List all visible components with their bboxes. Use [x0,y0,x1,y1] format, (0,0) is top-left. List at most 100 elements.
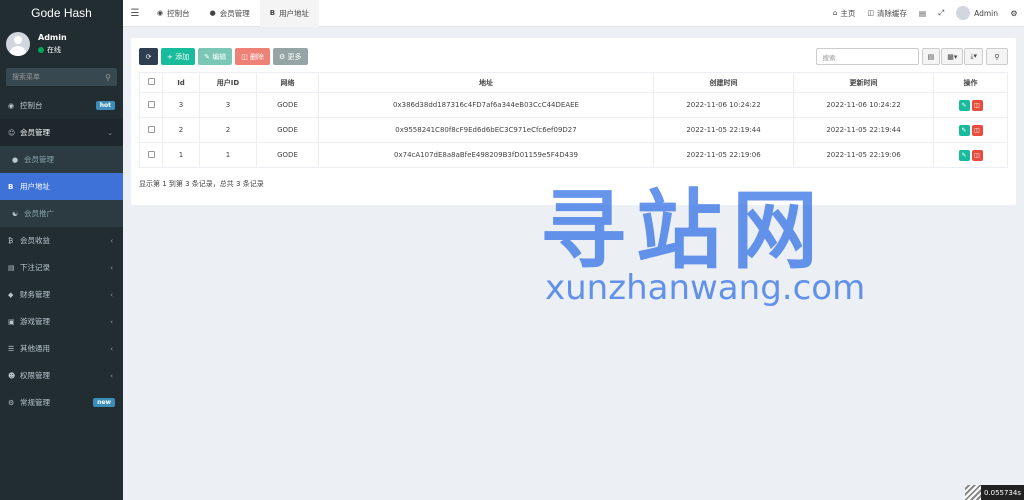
edit-row-icon[interactable]: ✎ [958,149,970,161]
tab-user-address[interactable]: B 用户地址 [259,0,320,27]
handshake-icon: ☯ [12,209,19,218]
search-button[interactable]: ⚲ [986,48,1008,65]
col-created[interactable]: 创建时间 [653,72,794,93]
col-user-id[interactable]: 用户ID [199,72,257,93]
row-checkbox[interactable] [139,92,163,118]
sidebar-search-input[interactable]: 搜索菜单 ⚲ [6,68,117,86]
sidebar-item-member-income[interactable]: ₿ 会员收益 ‹ [0,227,123,254]
more-button[interactable]: ⚙ 更多 [273,48,308,65]
sidebar-item-user-address[interactable]: B 用户地址 [0,173,123,200]
edit-row-icon[interactable]: ✎ [958,99,970,111]
select-all-checkbox[interactable] [139,72,163,93]
diamond-icon: ◆ [8,290,14,299]
admin-menu[interactable]: Admin [950,6,1004,20]
sidebar-item-games[interactable]: ▣ 游戏管理 ‹ [0,308,123,335]
users-icon: ☻ [8,371,16,380]
sidebar-item-member-list[interactable]: ● 会员管理 [0,146,123,173]
tab-member-management[interactable]: ● 会员管理 [200,0,260,27]
sidebar-item-member-promotion[interactable]: ☯ 会员推广 [0,200,123,227]
chevron-left-icon: ‹ [110,371,113,380]
row-checkbox[interactable] [139,117,163,143]
avatar [956,6,971,20]
col-updated[interactable]: 更新时间 [793,72,934,93]
col-network[interactable]: 网络 [256,72,319,93]
sidebar-item-permissions[interactable]: ☻ 权限管理 ‹ [0,362,123,389]
plus-icon: + [167,52,176,61]
cell-address: 0x9558241C80f8cF9Ed6d6bEC3C971eCfc6ef09D… [318,117,654,143]
watermark-title: 寻站网 [540,181,828,281]
cell-id: 2 [162,117,200,143]
add-button[interactable]: + 添加 [161,48,196,65]
cell-network: GODE [256,92,319,118]
cogs-icon: ⚙ [8,398,15,407]
address-icon: B [8,182,14,191]
edit-row-icon[interactable]: ✎ [958,124,970,136]
delete-row-icon[interactable]: ◫ [971,149,983,161]
fullscreen-icon[interactable]: ⤢ [932,8,950,18]
table-row: 3 3 GODE 0x386d38dd187316c4FD7af6a344eB0… [139,92,1008,118]
search-icon[interactable]: ⚲ [105,73,111,82]
cell-user-id: 3 [199,92,257,118]
settings-gear-icon[interactable]: ⚙ [1004,9,1024,18]
debug-timer[interactable]: 0.055734s [964,485,1024,500]
cell-id: 1 [162,142,200,168]
toggle-view-button[interactable]: ▤ [921,48,941,65]
sidebar-item-finance[interactable]: ◆ 财务管理 ‹ [0,281,123,308]
chevron-left-icon: ‹ [110,344,113,353]
cell-network: GODE [256,117,319,143]
chevron-left-icon: ‹ [110,263,113,272]
debug-logo-icon [964,485,981,500]
col-id[interactable]: Id [162,72,200,93]
cell-updated: 2022-11-05 22:19:44 [793,117,934,143]
translate-icon[interactable]: ▤ [913,9,932,18]
row-checkbox[interactable] [139,142,163,168]
cell-address: 0x386d38dd187316c4FD7af6a344eB03CcC44DEA… [318,92,654,118]
trash-icon: ◫ [241,52,251,61]
user-name: Admin [38,33,67,42]
cell-created: 2022-11-06 10:24:22 [653,92,794,118]
chevron-left-icon: ‹ [110,317,113,326]
home-link[interactable]: ⌂ 主页 [827,8,861,19]
user-circle-icon: ☺ [8,128,16,137]
watermark-url: xunzhanwang.com [545,268,866,308]
refresh-button[interactable]: ⟳ [139,48,158,65]
table-tools: 搜索 ▤ ▦▾ ⤓▾ ⚲ [815,48,1008,65]
sidebar-item-bet-records[interactable]: ▤ 下注记录 ‹ [0,254,123,281]
chevron-down-icon: ⌄ [107,128,113,137]
new-badge: new [93,398,115,407]
gamepad-icon: ▣ [8,317,15,326]
user-panel: Admin 在线 [0,26,123,62]
sidebar-item-dashboard[interactable]: ◉ 控制台 hot [0,92,123,119]
col-address[interactable]: 地址 [318,72,654,93]
menu-toggle-icon[interactable]: ☰ [123,8,147,19]
user-icon: ● [209,9,216,17]
pagination-summary: 显示第 1 到第 3 条记录，总共 3 条记录 [139,180,264,188]
columns-button[interactable]: ▦▾ [941,48,964,65]
clear-cache-button[interactable]: ◫ 清除缓存 [861,8,913,19]
cell-actions: ✎ ◫ [933,142,1008,168]
tab-dashboard[interactable]: ◉ 控制台 [147,0,200,27]
dashboard-icon: ◉ [8,101,15,110]
edit-button[interactable]: ✎ 编辑 [198,48,233,65]
col-actions: 操作 [933,72,1008,93]
delete-row-icon[interactable]: ◫ [971,99,983,111]
toolbar: ⟳ + 添加 ✎ 编辑 ◫ 删除 ⚙ 更多 [139,48,311,65]
gear-icon: ⚙ [279,52,288,61]
online-dot-icon [38,47,44,53]
brand-title[interactable]: Gode Hash [0,0,123,26]
chevron-left-icon: ‹ [110,236,113,245]
table-search-input[interactable]: 搜索 [815,48,919,65]
download-icon: ⤓▾ [970,52,977,60]
export-button[interactable]: ⤓▾ [964,48,983,65]
sidebar: Gode Hash Admin 在线 搜索菜单 ⚲ ◉ 控制台 hot ☺ 会员管理 ⌄… [0,0,123,500]
sidebar-item-general[interactable]: ☰ 其他通用 ‹ [0,335,123,362]
table-row: 2 2 GODE 0x9558241C80f8cF9Ed6d6bEC3C971e… [139,117,1008,143]
pencil-icon: ✎ [204,52,213,61]
cell-actions: ✎ ◫ [933,117,1008,143]
address-icon: B [269,9,276,17]
sidebar-item-member-management[interactable]: ☺ 会员管理 ⌄ [0,119,123,146]
delete-button[interactable]: ◫ 删除 [235,48,271,65]
delete-row-icon[interactable]: ◫ [971,124,983,136]
grid-icon: ▦▾ [947,52,958,61]
sidebar-item-general-settings[interactable]: ⚙ 常规管理 new [0,389,123,416]
